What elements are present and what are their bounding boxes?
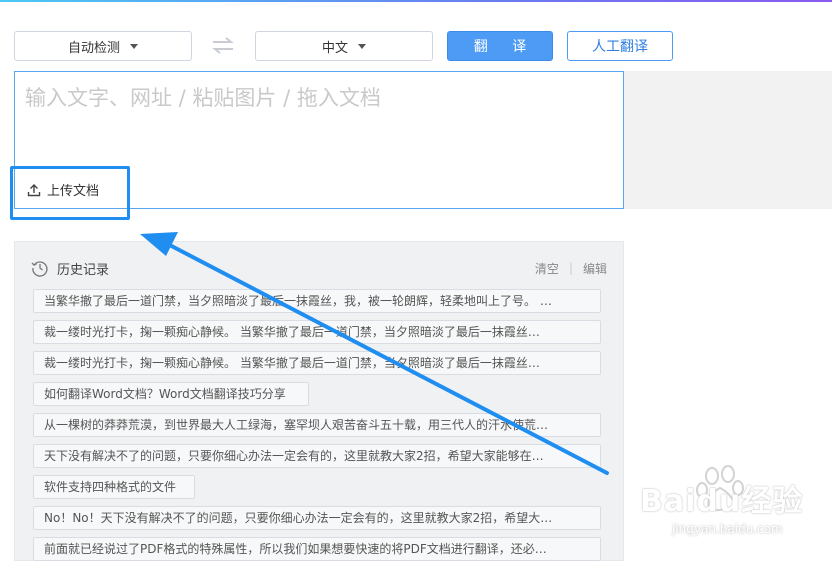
source-language-select[interactable]: 自动检测 [14,31,192,61]
history-item[interactable]: 前面就已经说过了PDF格式的特殊属性，所以我们如果想要快速的将PDF文档进行翻译… [33,537,601,561]
edit-history-button[interactable]: 编辑 [583,260,607,277]
target-language-label: 中文 [321,40,348,56]
translation-output-panel [624,71,832,209]
history-item[interactable]: 裁一缕时光打卡，掬一颗痴心静候。 当繁华撤了最后一道门禁，当夕照暗淡了最后一抹霞… [33,320,601,344]
chevron-down-icon [130,43,138,49]
source-language-label: 自动检测 [67,40,120,56]
divider: | [568,261,573,275]
history-item[interactable]: 裁一缕时光打卡，掬一颗痴心静候。 当繁华撤了最后一道门禁，当夕照暗淡了最后一抹霞… [33,351,601,375]
watermark-brand: Baidu经验 [640,484,804,519]
baidu-watermark: Baidu经验 jingyan.baidu.com [632,462,832,553]
upload-icon [27,183,41,196]
input-placeholder: 输入文字、网址 / 粘贴图片 / 拖入文档 [25,86,381,110]
source-text-input[interactable]: 输入文字、网址 / 粘贴图片 / 拖入文档 上传文档 [14,71,624,209]
chevron-down-icon [358,43,366,49]
watermark-url: jingyan.baidu.com [672,522,783,536]
history-item[interactable]: 如何翻译Word文档？Word文档翻译技巧分享 [33,382,309,406]
history-item[interactable]: 从一棵树的莽莽荒漠，到世界最大人工绿海，塞罕坝人艰苦奋斗五十载，用三代人的汗水使… [33,413,601,437]
history-item[interactable]: 天下没有解决不了的问题，只要你细心办法一定会有的，这里就教大家2招，希望大家能够… [33,444,601,468]
history-clock-icon [31,261,48,277]
history-panel: 历史记录 清空 | 编辑 当繁华撤了最后一道门禁，当夕照暗淡了最后一抹霞丝，我，… [14,241,624,561]
swap-arrows-icon [212,37,234,54]
history-header: 历史记录 清空 | 编辑 [31,258,607,278]
clear-history-button[interactable]: 清空 [535,260,559,277]
history-item[interactable]: 软件支持四种格式的文件 [33,475,195,499]
history-item[interactable]: 当繁华撤了最后一道门禁，当夕照暗淡了最后一抹霞丝，我，被一轮朗辉，轻柔地叫上了号… [33,289,601,313]
paw-logo-icon [696,465,744,512]
history-title: 历史记录 [57,262,110,278]
target-language-select[interactable]: 中文 [255,31,433,61]
translate-button[interactable]: 翻 译 [447,31,553,61]
history-item[interactable]: No！No！天下没有解决不了的问题，只要你细心办法一定会有的，这里就教大家2招，… [33,506,601,530]
upload-document-button[interactable]: 上传文档 [27,180,99,199]
top-accent-line [0,0,832,2]
upload-document-label: 上传文档 [47,184,100,199]
human-translation-button[interactable]: 人工翻译 [567,31,673,61]
swap-languages-button[interactable] [211,35,235,57]
